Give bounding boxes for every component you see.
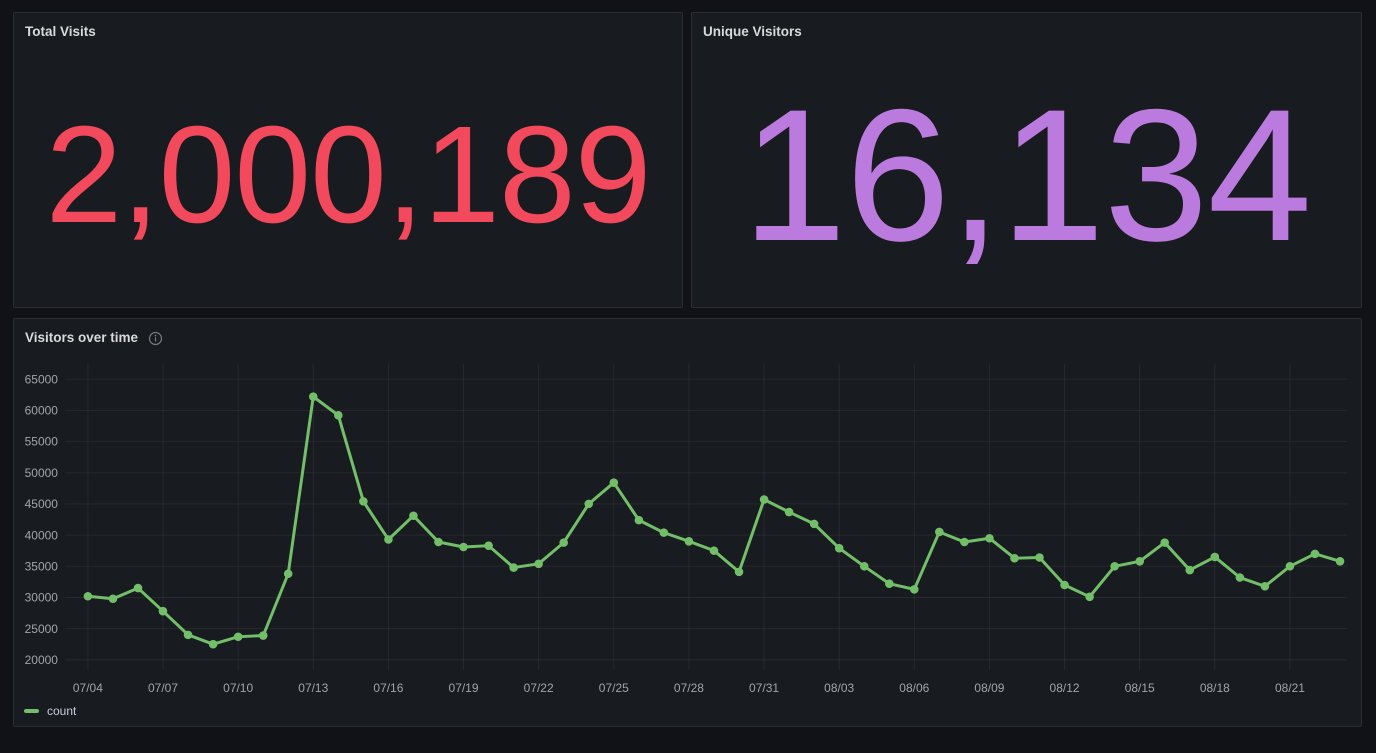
data-point[interactable]: [1261, 582, 1270, 591]
visitors-chart[interactable]: 20000 25000 30000 35000 40000 45000 50000 55000…: [14, 319, 1361, 726]
panel-unique-visitors: Unique Visitors 16,134: [691, 12, 1362, 308]
data-point[interactable]: [910, 585, 919, 594]
y-tick-label: 55000: [25, 435, 59, 449]
data-point[interactable]: [159, 607, 168, 616]
data-point[interactable]: [1185, 566, 1194, 575]
y-tick-label: 65000: [25, 372, 59, 386]
data-point[interactable]: [584, 500, 593, 509]
data-point[interactable]: [234, 632, 243, 641]
data-point[interactable]: [509, 563, 518, 572]
y-tick-label: 30000: [25, 591, 59, 605]
x-tick-label: 08/12: [1050, 681, 1080, 695]
data-point[interactable]: [1286, 562, 1295, 571]
data-point[interactable]: [84, 592, 93, 601]
data-point[interactable]: [459, 543, 468, 552]
x-tick-label: 07/10: [223, 681, 253, 695]
x-tick-label: 07/13: [298, 681, 328, 695]
data-point[interactable]: [635, 516, 644, 525]
data-point[interactable]: [384, 535, 393, 544]
x-tick-label: 08/15: [1125, 681, 1155, 695]
data-point[interactable]: [1236, 573, 1245, 582]
data-point[interactable]: [960, 538, 969, 547]
panel-header-unique-visitors[interactable]: Unique Visitors: [692, 13, 1361, 43]
panel-total-visits: Total Visits 2,000,189: [13, 12, 683, 308]
unique-visitors-value: 16,134: [742, 81, 1311, 269]
x-tick-label: 07/04: [73, 681, 103, 695]
data-point[interactable]: [109, 594, 118, 603]
legend-swatch-count: [24, 709, 39, 713]
data-point[interactable]: [1035, 553, 1044, 562]
data-point[interactable]: [559, 538, 568, 547]
data-point[interactable]: [484, 541, 493, 550]
x-tick-label: 08/09: [974, 681, 1004, 695]
data-point[interactable]: [885, 579, 894, 588]
y-tick-label: 25000: [25, 622, 59, 636]
data-point[interactable]: [259, 631, 268, 640]
data-point[interactable]: [735, 568, 744, 577]
data-point[interactable]: [534, 560, 543, 569]
x-tick-label: 07/25: [599, 681, 629, 695]
data-point[interactable]: [409, 511, 418, 520]
x-tick-label: 07/19: [449, 681, 479, 695]
info-circle-icon[interactable]: [148, 331, 163, 346]
x-tick-label: 07/31: [749, 681, 779, 695]
data-point[interactable]: [985, 534, 994, 543]
data-point[interactable]: [1336, 557, 1345, 566]
data-point[interactable]: [810, 520, 819, 529]
data-point[interactable]: [1311, 550, 1320, 559]
data-point[interactable]: [835, 544, 844, 553]
stat-value-wrap: 16,134: [692, 43, 1361, 307]
stat-value-wrap: 2,000,189: [14, 43, 682, 307]
data-point[interactable]: [1010, 554, 1019, 563]
panel-title-unique-visitors[interactable]: Unique Visitors: [703, 24, 802, 40]
y-tick-label: 50000: [25, 466, 59, 480]
data-point[interactable]: [1211, 553, 1220, 562]
x-tick-label: 07/22: [524, 681, 554, 695]
panel-visitors-over-time: Visitors over time 20000 25000 30000 35000 4…: [13, 318, 1362, 727]
legend-item-count[interactable]: count: [24, 704, 76, 718]
data-point[interactable]: [1110, 562, 1119, 571]
y-tick-label: 60000: [25, 404, 59, 418]
data-point[interactable]: [610, 478, 619, 487]
panel-title-visitors-over-time[interactable]: Visitors over time: [25, 330, 138, 346]
data-point[interactable]: [434, 538, 443, 547]
y-tick-label: 35000: [25, 559, 59, 573]
data-point[interactable]: [1060, 581, 1069, 590]
y-tick-label: 20000: [25, 653, 59, 667]
x-tick-label: 08/18: [1200, 681, 1230, 695]
data-point[interactable]: [785, 508, 794, 517]
data-point[interactable]: [1160, 538, 1169, 547]
data-point[interactable]: [660, 528, 669, 537]
series-line-count: [88, 397, 1340, 645]
data-point[interactable]: [760, 495, 769, 504]
data-point[interactable]: [685, 537, 694, 546]
dashboard: Total Visits 2,000,189 Unique Visitors 1…: [0, 0, 1376, 753]
data-point[interactable]: [1085, 593, 1094, 602]
data-point[interactable]: [710, 546, 719, 555]
data-point[interactable]: [134, 584, 143, 593]
data-point[interactable]: [860, 562, 869, 571]
legend-label-count: count: [47, 704, 76, 718]
x-tick-label: 07/28: [674, 681, 704, 695]
data-point[interactable]: [284, 569, 293, 578]
data-point[interactable]: [334, 411, 343, 420]
total-visits-value: 2,000,189: [46, 106, 651, 244]
panel-header-visitors-over-time[interactable]: Visitors over time: [14, 319, 1361, 349]
data-point[interactable]: [209, 640, 218, 649]
x-tick-label: 07/16: [373, 681, 403, 695]
data-point[interactable]: [935, 528, 944, 537]
data-point[interactable]: [309, 392, 318, 401]
panel-title-total-visits[interactable]: Total Visits: [25, 24, 96, 40]
x-tick-label: 07/07: [148, 681, 178, 695]
x-tick-label: 08/21: [1275, 681, 1305, 695]
data-point[interactable]: [1135, 557, 1144, 566]
x-tick-label: 08/03: [824, 681, 854, 695]
data-point[interactable]: [184, 631, 193, 640]
x-tick-label: 08/06: [899, 681, 929, 695]
y-tick-label: 45000: [25, 497, 59, 511]
y-tick-label: 40000: [25, 528, 59, 542]
data-point[interactable]: [359, 497, 368, 506]
panel-header-total-visits[interactable]: Total Visits: [14, 13, 682, 43]
